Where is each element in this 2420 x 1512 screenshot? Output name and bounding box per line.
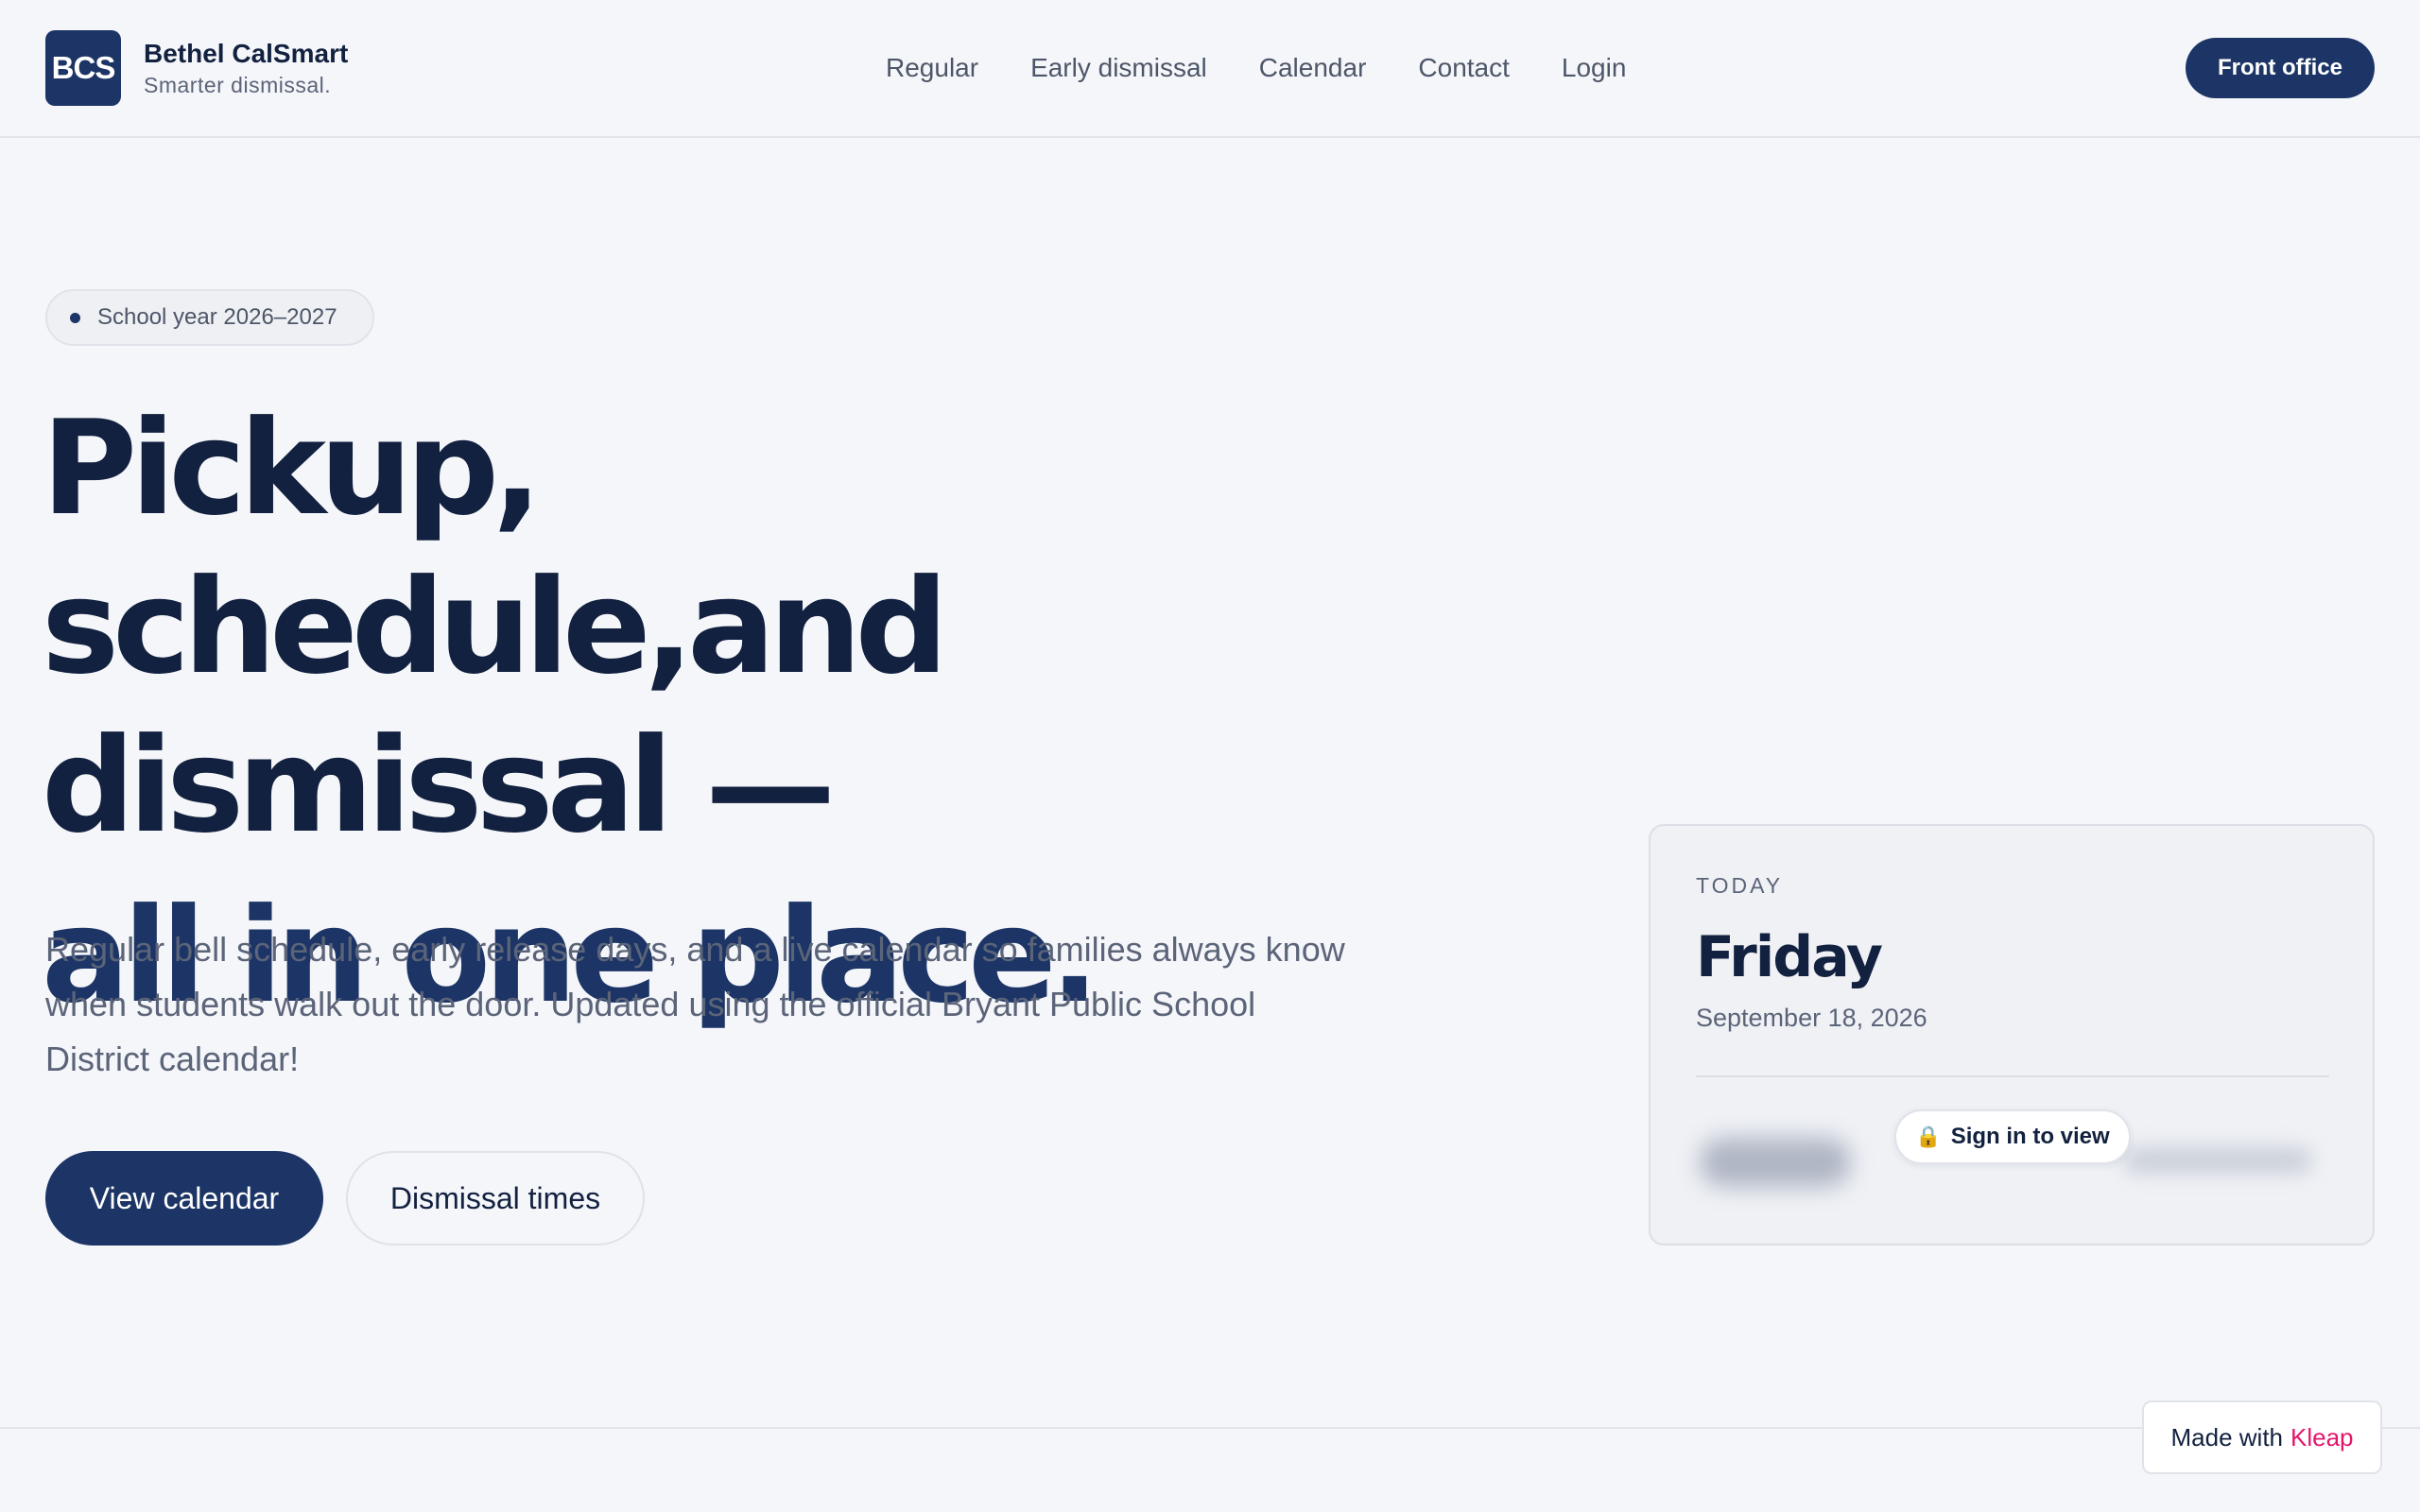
hero-description: Regular bell schedule, early release day… — [45, 930, 1345, 1078]
school-year-text: School year 2026–2027 — [97, 304, 337, 330]
nav-link-contact[interactable]: Contact — [1418, 49, 1510, 87]
sign-in-label: Sign in to view — [1950, 1124, 2110, 1149]
front-office-button[interactable]: Front office — [2186, 38, 2375, 98]
main-nav: Regular Early dismissal Calendar Contact… — [886, 49, 1626, 87]
today-day: Friday — [1696, 924, 1883, 990]
card-divider — [1696, 1075, 2329, 1077]
sign-in-to-view-button[interactable]: 🔒 Sign in to view — [1894, 1109, 2131, 1164]
today-label: TODAY — [1696, 873, 1784, 898]
school-year-pill: School year 2026–2027 — [45, 289, 374, 346]
badge-prefix: Made with — [2170, 1422, 2284, 1452]
dismissal-times-button[interactable]: Dismissal times — [346, 1151, 645, 1246]
today-card: TODAY Friday September 18, 2026 🔒 Sign i… — [1649, 824, 2375, 1246]
nav-link-regular[interactable]: Regular — [886, 49, 978, 87]
badge-brand: Kleap — [2290, 1422, 2354, 1452]
nav-link-early-dismissal[interactable]: Early dismissal — [1030, 49, 1207, 87]
today-date: September 18, 2026 — [1696, 1004, 1927, 1032]
nav-link-login[interactable]: Login — [1562, 49, 1627, 87]
made-with-kleap-badge[interactable]: Made with Kleap — [2142, 1400, 2382, 1474]
logo-icon: BCS — [45, 30, 121, 106]
nav-link-calendar[interactable]: Calendar — [1259, 49, 1367, 87]
headline-line-2: dismissal — — [42, 710, 836, 862]
dot-icon — [70, 312, 80, 323]
brand-text: Bethel CalSmart Smarter dismissal. — [144, 37, 348, 99]
page: BCS Bethel CalSmart Smarter dismissal. R… — [0, 0, 2420, 1512]
section-divider — [0, 1427, 2420, 1429]
view-calendar-button[interactable]: View calendar — [45, 1151, 323, 1246]
brand-name: Bethel CalSmart — [144, 39, 349, 68]
lock-icon: 🔒 — [1915, 1125, 1942, 1148]
blurred-content-left — [1700, 1138, 1851, 1187]
brand[interactable]: BCS Bethel CalSmart Smarter dismissal. — [45, 30, 348, 106]
site-header: BCS Bethel CalSmart Smarter dismissal. R… — [0, 0, 2420, 138]
brand-tagline: Smarter dismissal. — [144, 73, 332, 97]
headline-line-1: Pickup, schedule,and — [42, 392, 948, 703]
blurred-content-right — [2123, 1147, 2312, 1174]
